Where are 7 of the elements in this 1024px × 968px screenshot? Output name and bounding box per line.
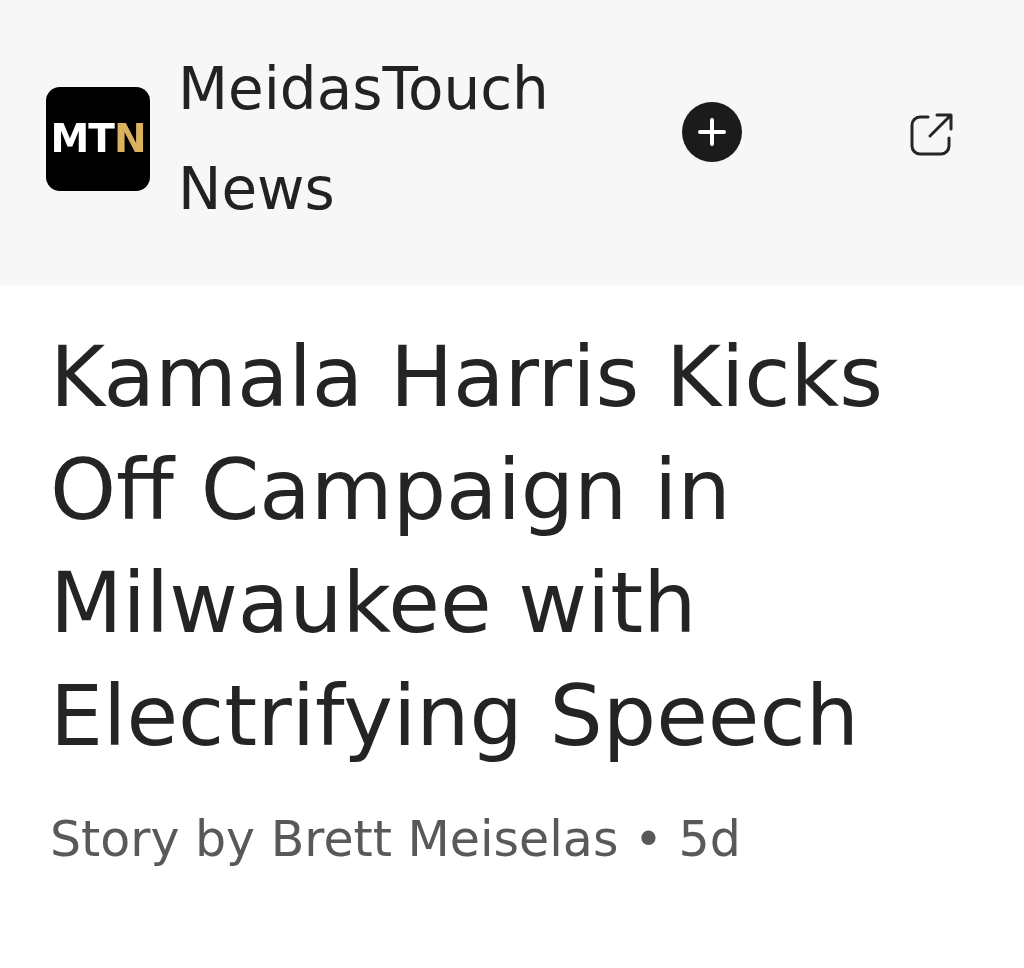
open-external-button[interactable]: [910, 111, 954, 156]
plus-icon: [698, 117, 726, 146]
logo-letters: MT: [50, 119, 114, 158]
article-title: Kamala Harris Kicks Off Campaign in Milwaukee with Electrifying Speech: [50, 327, 884, 767]
publisher-name[interactable]: MeidasTouch News: [178, 38, 598, 239]
external-link-icon: [910, 111, 954, 156]
article-byline: Story by Brett Meiselas • 5d: [50, 810, 742, 870]
